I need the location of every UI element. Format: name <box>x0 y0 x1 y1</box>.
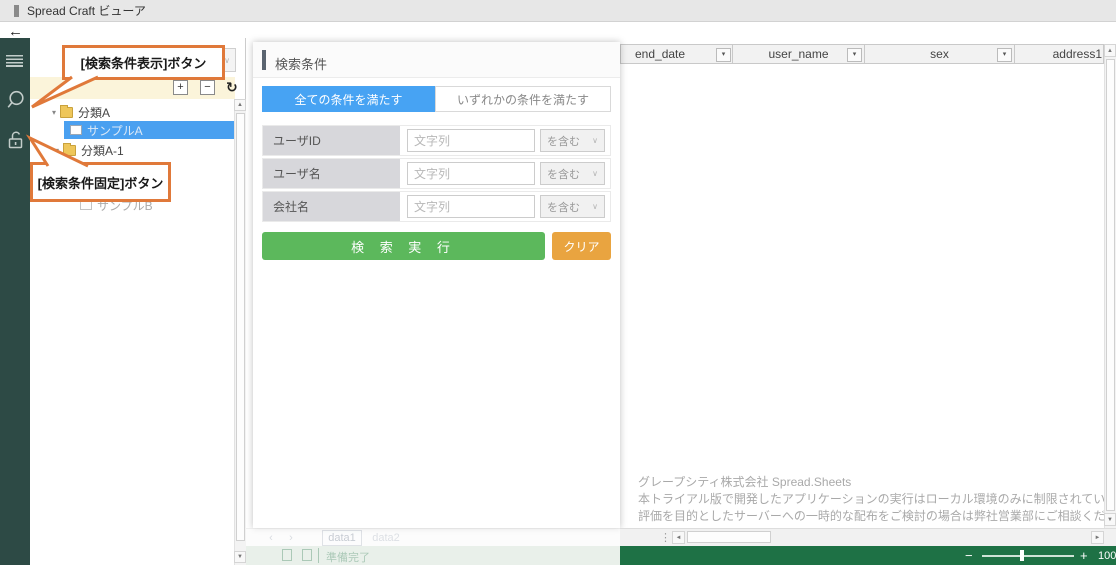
callout-search-pin-tail <box>22 133 102 169</box>
user-id-input[interactable] <box>407 129 535 152</box>
sheet-tab-data2[interactable]: data2 <box>366 530 406 546</box>
operator-select[interactable]: を含む ∨ <box>540 129 605 152</box>
tree-collapse-button[interactable]: − <box>200 80 215 95</box>
tree-expand-button[interactable]: + <box>173 80 188 95</box>
tab-match-any[interactable]: いずれかの条件を満たす <box>435 86 611 112</box>
operator-value: を含む <box>547 199 580 215</box>
field-label: 会社名 <box>263 192 400 221</box>
company-input[interactable] <box>407 195 535 218</box>
column-label: end_date <box>635 47 685 61</box>
chevron-down-icon: ∨ <box>592 136 598 145</box>
form-row-user-name: ユーザ名 を含む ∨ <box>262 158 611 189</box>
search-icon[interactable] <box>6 90 25 109</box>
search-execute-button[interactable]: 検 索 実 行 <box>262 232 545 260</box>
column-label: address1 <box>1053 47 1102 61</box>
menu-icon[interactable] <box>6 52 25 71</box>
header-accent-bar <box>262 50 266 70</box>
zoom-slider-track[interactable] <box>982 555 1074 557</box>
app-icon <box>14 5 19 17</box>
callout-text: [検索条件表示]ボタン <box>81 53 207 72</box>
column-label: user_name <box>768 47 828 61</box>
grip-icon[interactable]: ⋮ <box>660 531 671 544</box>
operator-select[interactable]: を含む ∨ <box>540 195 605 218</box>
callout-text: [検索条件固定]ボタン <box>38 173 164 192</box>
column-header-address1[interactable]: address1 <box>1015 44 1104 64</box>
tab-next-icon[interactable]: › <box>284 530 298 546</box>
sheet-hscrollbar[interactable]: ⋮ ◄ ► <box>620 528 1116 546</box>
chevron-down-icon: ∨ <box>592 202 598 211</box>
operator-value: を含む <box>547 133 580 149</box>
chevron-down-icon: ∨ <box>592 169 598 178</box>
operator-select[interactable]: を含む ∨ <box>540 162 605 185</box>
status-bar-right: − + 100% <box>620 546 1116 565</box>
menu-lines-glyph <box>6 55 23 68</box>
scroll-up-icon[interactable]: ▲ <box>1104 44 1116 57</box>
trial-notice-line1: グレープシティ株式会社 Spread.Sheets <box>638 473 851 490</box>
scroll-down-icon[interactable]: ▼ <box>1104 513 1116 526</box>
sheet-tab-strip: ‹ › data1 data2 <box>246 528 620 546</box>
filter-dropdown-icon[interactable]: ▾ <box>997 48 1012 62</box>
column-header-user-name[interactable]: user_name ▾ <box>733 44 865 64</box>
status-doc-icon[interactable] <box>302 549 312 561</box>
column-header-end-date[interactable]: end_date ▾ <box>620 44 733 64</box>
scroll-up-icon[interactable]: ▲ <box>234 99 246 111</box>
sheet-tab-data1[interactable]: data1 <box>322 530 362 546</box>
filter-dropdown-icon[interactable]: ▾ <box>716 48 731 62</box>
panel-title: 検索条件 <box>275 54 327 73</box>
zoom-out-icon[interactable]: − <box>965 548 973 563</box>
callout-search-show-tail <box>25 74 105 114</box>
scroll-right-icon[interactable]: ► <box>1091 531 1104 544</box>
search-condition-panel: 検索条件 全ての条件を満たす いずれかの条件を満たす ユーザID を含む ∨ ユ… <box>253 42 620 528</box>
scroll-down-icon[interactable]: ▼ <box>234 551 246 563</box>
app-title: Spread Craft ビューア <box>27 2 146 19</box>
trial-notice-line2: 本トライアル版で開発したアプリケーションの実行はローカル環境のみに制限されていま… <box>638 490 1116 507</box>
form-row-user-id: ユーザID を含む ∨ <box>262 125 611 156</box>
chevron-down-icon: ∨ <box>224 56 230 65</box>
filter-dropdown-icon[interactable]: ▾ <box>847 48 862 62</box>
status-bar-left: 準備完了 <box>246 546 620 565</box>
search-glyph <box>6 90 25 111</box>
sheet-vscrollbar[interactable]: ▲ ▼ <box>1104 44 1116 528</box>
panel-header: 検索条件 <box>253 42 620 78</box>
hscrollbar-thumb[interactable] <box>687 531 771 543</box>
status-divider <box>318 548 319 563</box>
zoom-slider-handle[interactable] <box>1020 550 1024 561</box>
tree-scrollbar-thumb[interactable] <box>236 113 245 541</box>
status-ready-text: 準備完了 <box>326 549 370 565</box>
tree-refresh-button[interactable]: ↻ <box>226 79 238 96</box>
operator-value: を含む <box>547 166 580 182</box>
sheet-vscrollbar-thumb[interactable] <box>1106 59 1115 511</box>
form-row-company: 会社名 を含む ∨ <box>262 191 611 222</box>
title-bar: Spread Craft ビューア <box>0 0 1116 22</box>
status-doc-icon[interactable] <box>282 549 292 561</box>
left-sidebar <box>0 38 30 565</box>
trial-notice-line3: 評価を目的としたサーバーへの一時的な配布をご検討の場合は弊社営業部にご相談くださ… <box>638 507 1116 524</box>
zoom-in-icon[interactable]: + <box>1080 548 1088 563</box>
field-label: ユーザID <box>263 126 400 155</box>
column-label: sex <box>930 47 949 61</box>
tab-prev-icon[interactable]: ‹ <box>264 530 278 546</box>
tree-scrollbar[interactable]: ▲ ▼ <box>234 99 246 565</box>
zoom-level-text: 100% <box>1098 550 1116 562</box>
tab-match-all[interactable]: 全ての条件を満たす <box>262 86 435 112</box>
scroll-left-icon[interactable]: ◄ <box>672 531 685 544</box>
field-label: ユーザ名 <box>263 159 400 188</box>
user-name-input[interactable] <box>407 162 535 185</box>
clear-button[interactable]: クリア <box>552 232 611 260</box>
column-header-sex[interactable]: sex ▾ <box>865 44 1015 64</box>
